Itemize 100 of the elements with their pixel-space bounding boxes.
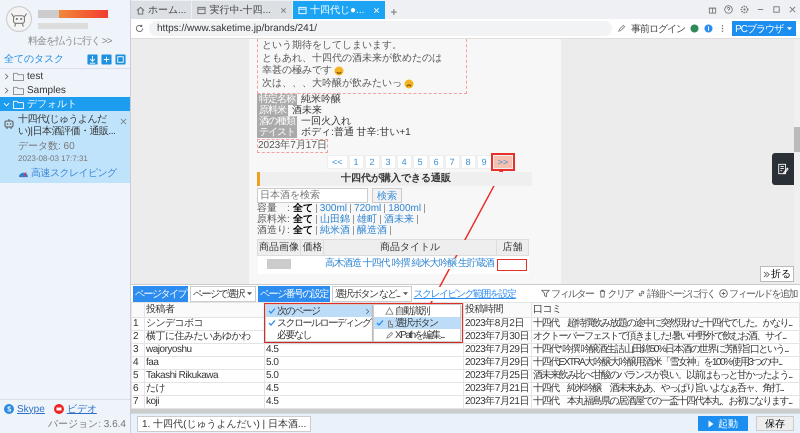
task-template-icon[interactable] xyxy=(115,54,126,64)
extension-icon[interactable] xyxy=(704,24,714,33)
extension-icon[interactable] xyxy=(690,24,700,33)
page-link[interactable]: 2 xyxy=(364,155,380,169)
note-button[interactable] xyxy=(772,153,794,185)
menu-item[interactable]: 次のページ xyxy=(266,305,372,317)
row-number: 4 xyxy=(132,356,144,370)
smile-emoji-icon xyxy=(334,66,344,76)
double-chevron-icon[interactable] xyxy=(763,270,770,278)
page-link[interactable]: 6 xyxy=(428,155,444,169)
page-type-select[interactable]: ページで選択 xyxy=(190,286,256,302)
filter-option[interactable]: 全て xyxy=(292,214,313,225)
filter-option[interactable]: 醸造酒 xyxy=(356,225,387,236)
filter-option[interactable]: 山田錦 xyxy=(320,214,350,225)
settings-icon[interactable] xyxy=(740,5,749,14)
paging-label: ページ番号の設定 xyxy=(258,286,330,302)
search-field[interactable]: 日本酒を検索 xyxy=(257,188,368,203)
link-icon[interactable] xyxy=(637,289,646,298)
redacted-block xyxy=(38,10,108,18)
page-link[interactable]: 8 xyxy=(460,155,476,169)
edit-note-icon[interactable] xyxy=(777,163,789,175)
table-cell: 5.0 xyxy=(266,370,278,382)
page-link[interactable]: 3 xyxy=(380,155,396,169)
filter-option[interactable]: 雄町 xyxy=(356,214,377,225)
url-field[interactable]: https://www.saketime.jp/brands/241/ xyxy=(149,21,612,36)
table-cell: オクトーバーフェストで頂きました! 暑い中野外で飲むお酒、サイ... xyxy=(532,330,800,344)
menu-item[interactable]: XPathを編集... xyxy=(374,329,460,341)
start-button[interactable]: 起動 xyxy=(698,416,748,431)
task-card[interactable]: 十四代(じゅうよんだい)|日本酒評価・通販... データ数: 60 2023-08-03 17:7:31 高速スクレイピング xyxy=(0,111,130,183)
close-icon[interactable] xyxy=(788,5,797,14)
toolbar-button[interactable]: クリア xyxy=(596,286,634,301)
video-icon[interactable] xyxy=(54,404,64,414)
add-task-icon[interactable] xyxy=(101,54,112,64)
upgrade-link[interactable]: 料金を払うに行く >> xyxy=(0,32,130,50)
new-tab-button[interactable]: + xyxy=(386,5,402,19)
table-cell: 十四代EXTRA大吟醸大吟醸用酒米「雪女神」を100%使用3つの中... xyxy=(532,356,800,370)
filter-option[interactable]: 720ml xyxy=(354,203,382,214)
page-icon xyxy=(197,6,206,14)
toolbar-button[interactable]: フィールドを追加 xyxy=(718,286,798,301)
filter-option[interactable]: 全て xyxy=(292,225,313,236)
filter-icon[interactable] xyxy=(541,289,550,298)
browser-tab[interactable]: 十四代じ●... xyxy=(293,1,386,19)
spec-label: 原料米 xyxy=(257,105,288,116)
folder-icon xyxy=(13,100,24,108)
folder-item[interactable]: デフォルト xyxy=(0,97,130,111)
menu-item[interactable]: 選択ボタン xyxy=(374,317,460,329)
caret-icon[interactable] xyxy=(246,291,253,296)
filter-option[interactable]: 1800ml xyxy=(388,203,422,214)
filter-option[interactable]: 純米酒 xyxy=(320,225,350,236)
maximize-icon[interactable] xyxy=(772,5,781,14)
table-cell: 2023年7月29日 xyxy=(464,344,532,357)
collapse-button[interactable]: 折る xyxy=(760,266,794,282)
help-icon[interactable] xyxy=(724,5,733,14)
save-button[interactable]: 保存 xyxy=(756,416,794,431)
close-icon[interactable] xyxy=(280,6,288,14)
browser-tab[interactable]: ホーム... xyxy=(131,1,192,19)
caret-icon[interactable] xyxy=(786,26,793,31)
filter-option[interactable]: 全て xyxy=(292,203,313,214)
spec-label: テイスト xyxy=(257,127,297,138)
refresh-icon[interactable] xyxy=(135,24,144,33)
skype-icon[interactable] xyxy=(4,404,14,414)
menu-item[interactable]: スクロールローディング xyxy=(266,317,372,329)
toolbar-button[interactable]: 詳細ページに行く xyxy=(636,286,716,301)
menu-item[interactable]: 自動識別 xyxy=(374,305,460,317)
page-link[interactable]: 5 xyxy=(412,155,428,169)
trash-icon[interactable] xyxy=(598,289,606,298)
scrollbar[interactable] xyxy=(794,39,800,284)
column-header: 投稿者 xyxy=(144,302,264,318)
toolbar-button[interactable]: フィルター xyxy=(540,286,594,301)
annotation-box xyxy=(497,259,528,271)
browser-tab[interactable]: 実行中-十四... xyxy=(192,1,292,19)
spec-label: 特定名称 xyxy=(257,94,297,105)
browser-mode-button[interactable]: PCブラウザ xyxy=(732,21,796,36)
product-title-link[interactable]: 高木酒造 十四代 吟撰 純米大吟醸 生貯蔵酒 xyxy=(324,258,494,269)
paging-select[interactable]: 選択ボタン など... xyxy=(332,286,412,302)
close-icon[interactable] xyxy=(120,118,127,125)
filter-option[interactable]: 300ml xyxy=(320,203,348,214)
menu-item[interactable]: 必要なし xyxy=(266,329,372,341)
scrollbar[interactable] xyxy=(131,409,800,413)
add-icon[interactable] xyxy=(719,289,728,298)
import-icon[interactable] xyxy=(87,54,98,64)
pencil-icon[interactable] xyxy=(617,24,626,33)
page-link[interactable]: 7 xyxy=(444,155,460,169)
pre-login-button[interactable]: 事前ログイン xyxy=(631,22,686,36)
caret-icon[interactable] xyxy=(402,291,409,296)
range-link[interactable]: スクレイピング範囲を設定 xyxy=(414,286,516,301)
task-tab[interactable]: 1. 十四代(じゅうよんだい) | 日本酒... xyxy=(137,416,312,432)
sidebar-link[interactable]: Skype xyxy=(17,404,45,414)
table-cell: 2023年7月29日 xyxy=(464,356,532,370)
page-link[interactable]: 9 xyxy=(476,155,492,169)
all-tasks-label[interactable]: 全てのタスク xyxy=(4,52,87,66)
page-link[interactable]: 1 xyxy=(348,155,364,169)
page-link[interactable]: << xyxy=(327,155,348,169)
folder-item[interactable]: test xyxy=(0,69,130,83)
play-icon[interactable] xyxy=(708,420,714,428)
filter-option[interactable]: 酒未来 xyxy=(384,214,414,225)
sidebar-link[interactable]: ビデオ xyxy=(66,402,97,416)
page-link[interactable]: 4 xyxy=(396,155,412,169)
search-button[interactable]: 検索 xyxy=(372,188,402,203)
folder-item[interactable]: Samples xyxy=(0,83,130,97)
